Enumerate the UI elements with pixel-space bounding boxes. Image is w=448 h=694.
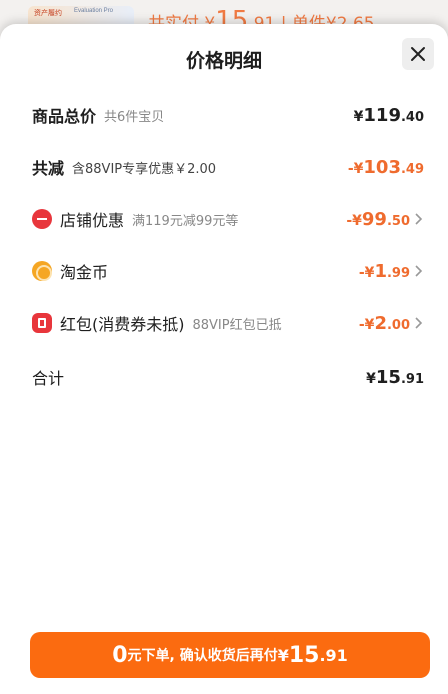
row-total-price: 商品总价 共6件宝贝 ¥119.40 xyxy=(32,100,424,130)
row-store-discount[interactable]: 店铺优惠 满119元减99元等 -¥99.50 xyxy=(32,204,424,234)
taojinbi-amount: -¥1.99 xyxy=(358,260,410,282)
row-red-packet[interactable]: 红包(消费券未抵) 88VIP红包已抵 -¥2.00 xyxy=(32,308,424,338)
red-packet-label: 红包(消费券未抵) xyxy=(60,315,185,334)
thumb-tag-left: 资产履约 xyxy=(34,10,62,17)
store-discount-icon xyxy=(32,209,52,229)
taojinbi-label: 淘金币 xyxy=(60,263,109,282)
row-sum: 合计 ¥15.91 xyxy=(32,362,424,392)
cta-zero: 0 xyxy=(112,642,128,668)
close-icon xyxy=(411,47,425,61)
store-discount-label: 店铺优惠 xyxy=(60,211,125,230)
reduction-label: 共减 xyxy=(32,159,65,178)
red-packet-icon xyxy=(32,313,52,333)
page: 资产履约 Evaluation Pro 共实付 ¥15.91 | 单件¥2.65… xyxy=(0,0,448,694)
reduction-sub: 含88VIP专享优惠￥2.00 xyxy=(72,161,217,177)
cta-currency: ¥ xyxy=(277,645,289,665)
place-order-button[interactable]: 0 元下单, 确认收货后再付 ¥15.91 xyxy=(30,632,430,678)
total-price-amount: ¥119.40 xyxy=(353,104,424,126)
row-total-reduction: 共减 含88VIP专享优惠￥2.00 -¥103.49 xyxy=(32,152,424,182)
reduction-amount: -¥103.49 xyxy=(347,156,424,178)
total-count-sub: 共6件宝贝 xyxy=(104,109,165,125)
chevron-right-icon xyxy=(415,265,423,277)
store-discount-sub: 满119元减99元等 xyxy=(132,213,239,229)
price-detail-sheet: 价格明细 商品总价 共6件宝贝 ¥119.40 共减 含88VIP专享优惠￥2.… xyxy=(0,24,448,694)
red-packet-sub: 88VIP红包已抵 xyxy=(192,317,282,333)
row-taojinbi[interactable]: 淘金币 -¥1.99 xyxy=(32,256,424,286)
chevron-right-icon xyxy=(415,213,423,225)
red-packet-amount: -¥2.00 xyxy=(358,312,410,334)
sheet-title: 价格明细 xyxy=(185,50,262,72)
cta-text: 元下单, 确认收货后再付 xyxy=(127,648,278,664)
close-button[interactable] xyxy=(402,38,434,70)
sum-label: 合计 xyxy=(32,369,65,388)
taojinbi-coin-icon xyxy=(32,261,52,281)
total-price-label: 商品总价 xyxy=(32,107,97,126)
cta-dec: .91 xyxy=(319,645,348,665)
cta-int: 15 xyxy=(288,642,320,668)
chevron-right-icon xyxy=(415,317,423,329)
store-discount-amount: -¥99.50 xyxy=(346,208,410,230)
sum-amount: ¥15.91 xyxy=(366,366,424,388)
thumb-tag-right: Evaluation Pro xyxy=(74,8,114,14)
